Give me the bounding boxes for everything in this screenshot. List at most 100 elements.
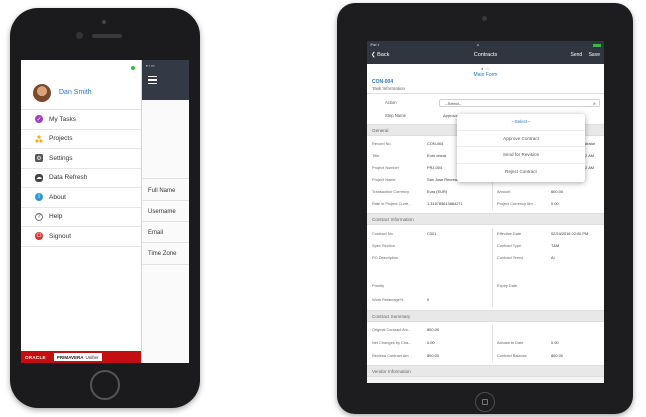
field-value: Euro (EUR) [427, 189, 448, 194]
navigation-bar: iPad ✦ ● ❮ Back Contracts Send Save [367, 41, 604, 64]
hamburger-menu-icon[interactable] [148, 76, 157, 86]
field-value: 0.00 [551, 340, 559, 345]
unifier-text: Unifier [85, 354, 99, 360]
field-label: Actuals to Date [497, 340, 524, 345]
gear-icon: ⚙ [35, 154, 43, 163]
clock-icon: ● [477, 43, 479, 47]
menu-item-settings[interactable]: ⚙ Settings [21, 149, 141, 169]
field-value: CON-004 [427, 141, 444, 146]
username-label: Username [148, 209, 176, 215]
field-label: Contract Balance [497, 353, 527, 358]
clear-icon[interactable]: ⊗ [593, 100, 596, 107]
menu-item-my-tasks[interactable]: ✓ My Tasks [21, 110, 141, 130]
save-button[interactable]: Save [589, 52, 600, 58]
full-name-label: Full Name [148, 188, 176, 194]
field-label: Transaction Currency [372, 189, 410, 194]
field-value: Euro check [427, 153, 447, 158]
power-icon: ⏻ [35, 232, 43, 241]
action-label: Action [385, 100, 397, 105]
menu-item-label: My Tasks [49, 115, 76, 123]
iphone-device: Dan Smith ✓ My Tasks Projects ⚙ Settings… [10, 8, 200, 408]
divider [142, 200, 189, 201]
ipad-home-button[interactable] [475, 392, 495, 412]
battery-icon [592, 43, 601, 47]
field-label: Project Number [372, 165, 400, 170]
time-zone-label: Time Zone [148, 251, 177, 257]
menu-item-help[interactable]: ? Help [21, 208, 141, 227]
divider [492, 228, 493, 307]
field-value: 0.00 [427, 340, 435, 345]
main-form-tab[interactable]: Main Form [367, 72, 604, 78]
carrier-icon: iPad ✦ [370, 43, 380, 47]
dropdown-option-send-for-revision[interactable]: Send for Revision [457, 147, 585, 164]
phone-speaker [92, 34, 122, 38]
question-icon: ? [35, 212, 43, 221]
field-value: 800.00 [427, 353, 439, 358]
cloud-icon: ☁ [35, 173, 43, 182]
step-name-label: Step Name [385, 113, 406, 118]
avatar [33, 83, 51, 102]
primavera-text: PRIMAVERA [56, 354, 84, 360]
action-dropdown: --Select-- Approve Contract Send for Rev… [457, 114, 585, 182]
field-value: 1.316785613884271 [427, 201, 463, 206]
action-select[interactable]: --Select-- ⊗ [439, 99, 600, 107]
projects-triangle-icon [35, 135, 43, 143]
dropdown-option-approve[interactable]: Approve Contract [457, 131, 585, 147]
menu-item-data-refresh[interactable]: ☁ Data Refresh [21, 169, 141, 188]
field-label: Rate in Project Curre... [372, 201, 412, 206]
field-label: Priority [372, 283, 385, 288]
field-label: Revised Contract Am... [372, 353, 412, 358]
side-panel-header: ▾ ▪ ▪▪▪ [142, 60, 189, 100]
field-value: 02/24/2016 02:00 PM [551, 231, 589, 236]
field-value: 800.00 [427, 327, 439, 332]
phone-camera [76, 32, 83, 39]
send-button[interactable]: Send [571, 52, 583, 58]
brand-footer: ORACLE PRIMAVERA Unifier [21, 351, 141, 363]
field-label: Contract Terms [497, 255, 524, 260]
status-bar [21, 60, 141, 76]
form-header: ● ○ Main Form CON-004 Task Information [367, 64, 604, 94]
field-label: Project Name [372, 177, 396, 182]
divider [142, 178, 189, 179]
contract-fields: Contract No C001 Spec Section PO Descrip… [367, 225, 604, 311]
field-label: Contract Type [497, 243, 522, 248]
field-label: Original Contract Am... [372, 327, 412, 332]
field-label: Amount [497, 189, 511, 194]
field-value: T&M [551, 243, 560, 248]
section-vendor-information[interactable]: Vendor Information [367, 366, 604, 377]
field-label: Expiry Date [497, 283, 518, 288]
dropdown-option-reject[interactable]: Reject Contract [457, 164, 585, 181]
field-label: Contract No [372, 231, 393, 236]
record-subtitle: Task Information [372, 86, 406, 91]
menu-item-signout[interactable]: ⏻ Signout [21, 227, 141, 247]
field-label: Project Currency Am... [497, 201, 536, 206]
field-label: Effective Date [497, 231, 522, 236]
status-bar-icons: ▾ ▪ ▪▪▪ [146, 64, 155, 68]
field-label: Title [372, 153, 380, 158]
phone-home-button[interactable] [90, 370, 120, 400]
user-name[interactable]: Dan Smith [59, 89, 92, 96]
divider [142, 242, 189, 243]
section-contract-summary[interactable]: Contract Summary [367, 311, 604, 322]
dropdown-option-select[interactable]: --Select-- [457, 114, 585, 131]
field-value: Al [551, 255, 555, 260]
field-value: C001 [427, 231, 437, 236]
menu-item-projects[interactable]: Projects [21, 130, 141, 149]
field-label: Work Retainage% [372, 297, 404, 302]
summary-fields: Original Contract Am... 800.00 Net Chang… [367, 322, 604, 366]
page-dots-icon: ● ○ [481, 66, 490, 71]
menu-item-label: Signout [49, 232, 72, 240]
menu-item-label: Projects [49, 135, 73, 143]
section-contract-information[interactable]: Contract Information [367, 214, 604, 225]
menu-item-about[interactable]: i About [21, 188, 141, 208]
phone-sensor [102, 20, 106, 24]
divider [492, 325, 493, 362]
divider [142, 221, 189, 222]
field-value: 600.00 [551, 189, 563, 194]
field-label: Record No. [372, 141, 392, 146]
email-label: Email [148, 230, 164, 236]
user-profile-row[interactable]: Dan Smith [21, 76, 141, 110]
field-label: PO Description [372, 255, 399, 260]
phone-screen: Dan Smith ✓ My Tasks Projects ⚙ Settings… [21, 60, 189, 363]
menu-item-label: Data Refresh [49, 174, 88, 182]
